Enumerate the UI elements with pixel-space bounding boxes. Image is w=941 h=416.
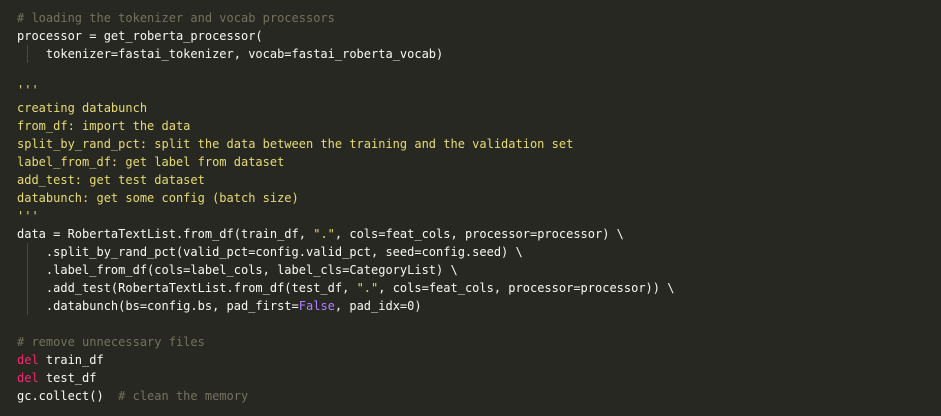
- code-token-plain: .databunch(bs=config.bs, pad_first=: [17, 299, 299, 313]
- code-token-plain: gc.collect(): [17, 389, 119, 403]
- code-line: creating databunch: [17, 99, 941, 117]
- code-token-const: False: [298, 299, 335, 313]
- code-token-plain: train_df: [38, 353, 104, 367]
- code-token-plain: .label_from_df(cols=label_cols, label_cl…: [17, 263, 458, 277]
- indent-guide: [27, 297, 28, 315]
- code-token-plain: .split_by_rand_pct(valid_pct=config.vali…: [17, 245, 523, 259]
- code-editor[interactable]: # loading the tokenizer and vocab proces…: [0, 0, 941, 416]
- code-line: from_df: import the data: [17, 117, 941, 135]
- code-token-plain: processor = get_roberta_processor(: [17, 29, 263, 43]
- code-token-string: label_from_df: get label from dataset: [17, 155, 285, 169]
- code-line: .add_test(RobertaTextList.from_df(test_d…: [17, 279, 941, 297]
- code-line: split_by_rand_pct: split the data betwee…: [17, 135, 941, 153]
- code-token-comment: # loading the tokenizer and vocab proces…: [17, 11, 335, 25]
- code-token-string: ".": [313, 227, 335, 241]
- indent-guide: [27, 243, 28, 261]
- code-token-plain: , cols=feat_cols, processor=processor)) …: [378, 281, 675, 295]
- indent-guide: [27, 45, 28, 63]
- code-token-string: ''': [17, 83, 39, 97]
- code-line: del test_df: [17, 369, 941, 387]
- code-line: databunch: get some config (batch size): [17, 189, 941, 207]
- code-token-keyword: del: [17, 371, 39, 385]
- code-token-string: ".": [356, 281, 379, 295]
- code-line: # remove unnecessary files: [17, 333, 941, 351]
- code-token-keyword: del: [17, 353, 39, 367]
- code-line: add_test: get test dataset: [17, 171, 941, 189]
- code-token-comment: # remove unnecessary files: [17, 335, 205, 349]
- code-line: .split_by_rand_pct(valid_pct=config.vali…: [17, 243, 941, 261]
- code-line: ''': [17, 207, 941, 225]
- code-token-string: split_by_rand_pct: split the data betwee…: [17, 137, 574, 151]
- code-token-string: databunch: get some config (batch size): [17, 191, 299, 205]
- code-line: del train_df: [17, 351, 941, 369]
- code-token-plain: data = RobertaTextList.from_df(train_df,: [17, 227, 314, 241]
- code-line: .databunch(bs=config.bs, pad_first=False…: [17, 297, 941, 315]
- code-token-string: add_test: get test dataset: [17, 173, 205, 187]
- code-line: ''': [17, 81, 941, 99]
- code-token-plain: tokenizer=fastai_tokenizer, vocab=fastai…: [17, 47, 444, 61]
- code-token-string: creating databunch: [17, 101, 148, 115]
- code-token-string: from_df: import the data: [17, 119, 191, 133]
- code-token-plain: , cols=feat_cols, processor=processor) \: [334, 227, 624, 241]
- code-token-string: ''': [17, 209, 39, 223]
- code-line: .label_from_df(cols=label_cols, label_cl…: [17, 261, 941, 279]
- code-line: data = RobertaTextList.from_df(train_df,…: [17, 225, 941, 243]
- code-line: # loading the tokenizer and vocab proces…: [17, 9, 941, 27]
- code-line: processor = get_roberta_processor(: [17, 27, 941, 45]
- code-token-plain: .add_test(RobertaTextList.from_df(test_d…: [17, 281, 357, 295]
- indent-guide: [27, 261, 28, 279]
- code-token-plain: , pad_idx=0): [334, 299, 422, 313]
- code-token-comment: # clean the memory: [118, 389, 249, 403]
- code-line: label_from_df: get label from dataset: [17, 153, 941, 171]
- indent-guide: [27, 279, 28, 297]
- code-token-plain: test_df: [38, 371, 97, 385]
- code-line: gc.collect() # clean the memory: [17, 387, 941, 405]
- code-line: tokenizer=fastai_tokenizer, vocab=fastai…: [17, 45, 941, 63]
